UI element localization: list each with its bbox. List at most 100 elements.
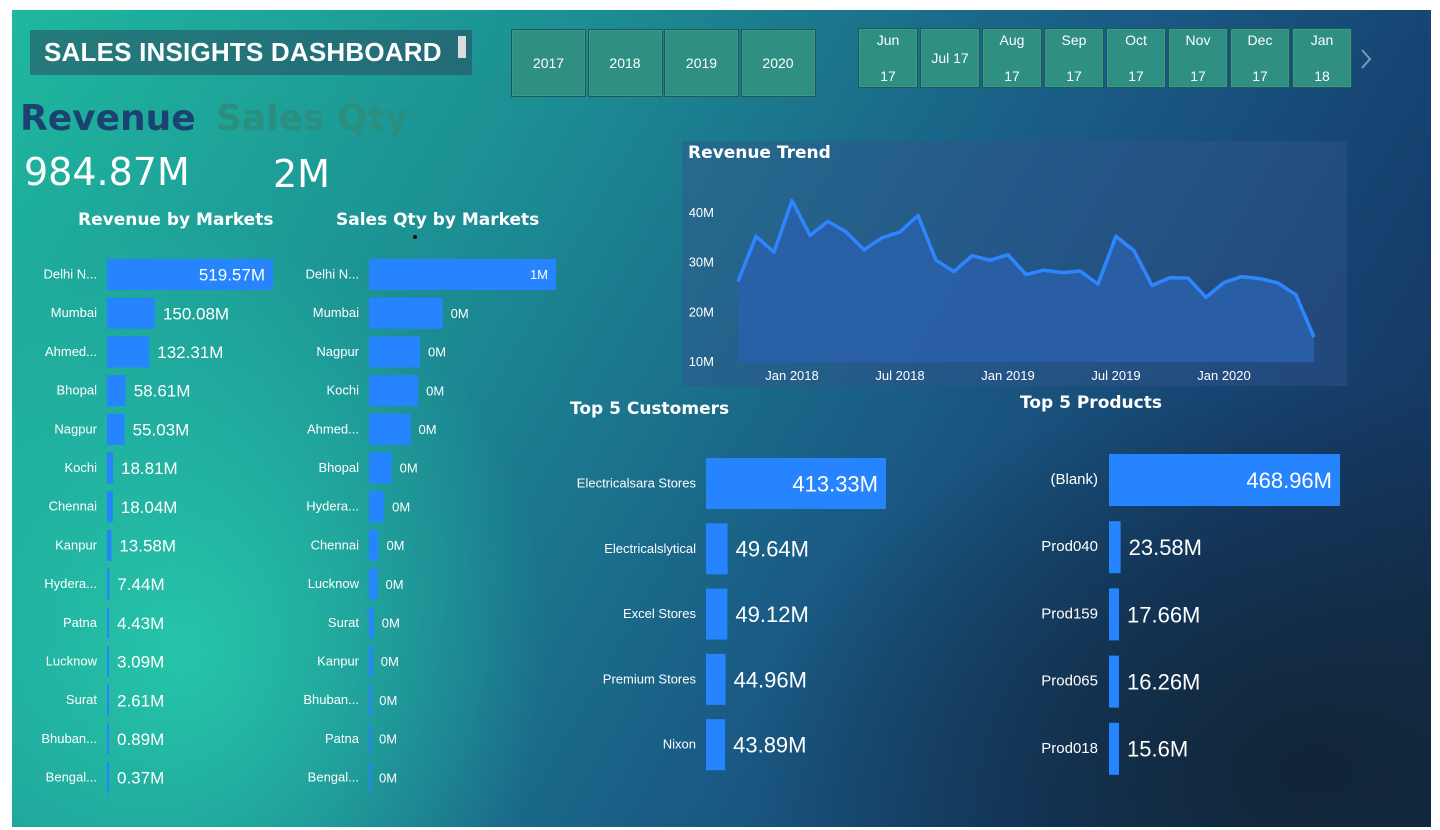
month-slicer-item[interactable]: Oct 17: [1106, 28, 1166, 88]
bar[interactable]: [1109, 722, 1119, 775]
month-slicer-item[interactable]: Sep 17: [1044, 28, 1104, 88]
chevron-right-icon[interactable]: [1358, 48, 1374, 70]
bar[interactable]: [107, 297, 155, 329]
category-label: Nagpur: [54, 421, 97, 436]
x-tick-label: Jan 2019: [981, 368, 1035, 383]
sales-qty-kpi-label: Sales Qty: [216, 98, 409, 139]
bar[interactable]: [107, 452, 114, 484]
y-tick-label: 10M: [689, 354, 714, 369]
category-label: Chennai: [49, 499, 98, 514]
y-tick-label: 30M: [689, 255, 714, 270]
category-label: Surat: [66, 692, 97, 707]
category-label: Bhuban...: [303, 692, 359, 707]
title-dot: [413, 235, 417, 239]
category-label: Nixon: [663, 737, 696, 752]
month-slicer-item[interactable]: Nov 17: [1168, 28, 1228, 88]
bar[interactable]: [107, 607, 109, 639]
category-label: Mumbai: [313, 305, 359, 320]
bar[interactable]: [369, 646, 373, 677]
bar[interactable]: [107, 646, 109, 677]
category-label: Bengal...: [46, 770, 97, 785]
data-label: 1M: [530, 267, 548, 282]
x-tick-label: Jul 2018: [875, 368, 924, 383]
year-slicer-item[interactable]: 2019: [664, 29, 739, 97]
bar[interactable]: [369, 568, 378, 600]
bar[interactable]: [369, 684, 372, 716]
bar[interactable]: [107, 568, 110, 600]
y-tick-label: 20M: [689, 304, 714, 319]
bar[interactable]: [369, 762, 371, 794]
data-label: 0M: [451, 306, 469, 321]
bar[interactable]: [369, 375, 419, 407]
bar[interactable]: [369, 336, 420, 368]
data-label: 16.26M: [1127, 670, 1200, 695]
category-label: Surat: [328, 615, 359, 630]
data-label: 17.66M: [1127, 602, 1200, 627]
category-label: Lucknow: [46, 654, 98, 669]
data-label: 49.64M: [736, 537, 809, 562]
month-slicer-item[interactable]: Dec 17: [1230, 28, 1290, 88]
bar[interactable]: [706, 719, 726, 771]
bar[interactable]: [107, 762, 109, 794]
bar[interactable]: [369, 452, 392, 484]
month-slicer-item[interactable]: Jun 17: [858, 28, 918, 88]
bar[interactable]: [107, 684, 109, 716]
top-products-chart: (Blank) 468.96M Prod040 23.58M Prod159 17.66M…: [1041, 454, 1340, 775]
revenue-by-markets-chart: Delhi N... 519.57M Mumbai 150.08M Ahmed... 13…: [41, 259, 273, 794]
bar[interactable]: [369, 491, 385, 523]
category-label: Ahmed...: [307, 421, 359, 436]
category-label: Prod018: [1041, 740, 1098, 757]
bar[interactable]: [369, 413, 411, 445]
year-slicer-item[interactable]: 2020: [740, 29, 816, 97]
data-label: 150.08M: [163, 304, 229, 323]
bar[interactable]: [369, 723, 371, 755]
bar[interactable]: [107, 375, 126, 407]
data-label: 2.61M: [117, 691, 164, 710]
data-label: 0.89M: [117, 730, 164, 749]
bar[interactable]: [107, 723, 109, 755]
category-label: Lucknow: [308, 576, 360, 591]
data-label: 0M: [400, 461, 418, 476]
category-label: Ahmed...: [45, 344, 97, 359]
year-slicer-item[interactable]: 2018: [587, 29, 663, 97]
title-cursor: [458, 36, 466, 58]
bar[interactable]: [706, 523, 728, 575]
bar[interactable]: [107, 413, 125, 445]
data-label: 3.09M: [117, 653, 164, 672]
sales-qty-kpi-value: 2M: [273, 152, 330, 196]
data-label: 132.31M: [157, 343, 223, 362]
category-label: Delhi N...: [306, 267, 359, 282]
data-label: 0M: [392, 499, 410, 514]
data-label: 18.04M: [121, 498, 178, 517]
bar[interactable]: [1109, 588, 1119, 641]
data-label: 49.12M: [735, 602, 808, 627]
bar[interactable]: [369, 259, 556, 290]
month-slicer-item[interactable]: Jul 17: [920, 28, 980, 88]
data-label: 43.89M: [733, 733, 806, 758]
category-label: Electricalsara Stores: [577, 476, 697, 491]
category-label: Premium Stores: [603, 671, 697, 686]
year-slicer-item[interactable]: 2017: [511, 29, 586, 97]
revenue-trend-chart: 10M 20M 30M 40M Jan 2018 Jul 2018 Jan 2019 Jul …: [689, 198, 1316, 383]
y-tick-label: 40M: [689, 205, 714, 220]
category-label: Bhuban...: [41, 731, 97, 746]
bar[interactable]: [1109, 655, 1119, 708]
data-label: 0M: [379, 732, 397, 747]
bar[interactable]: [369, 607, 374, 639]
month-slicer-item[interactable]: Aug 17: [982, 28, 1042, 88]
bar[interactable]: [706, 588, 728, 640]
month-slicer-item[interactable]: Jan 18: [1292, 28, 1352, 88]
bar[interactable]: [107, 336, 150, 368]
bar[interactable]: [107, 491, 113, 523]
category-label: Electricalslytical: [604, 541, 696, 556]
bar[interactable]: [1109, 521, 1121, 574]
data-label: 0M: [379, 693, 397, 708]
bar[interactable]: [706, 653, 726, 705]
category-label: Kanpur: [55, 537, 98, 552]
bar[interactable]: [369, 529, 379, 561]
bar[interactable]: [107, 529, 112, 561]
data-label: 4.43M: [117, 614, 164, 633]
category-label: Excel Stores: [623, 606, 696, 621]
dashboard-title: SALES INSIGHTS DASHBOARD: [30, 30, 472, 75]
bar[interactable]: [369, 297, 443, 329]
